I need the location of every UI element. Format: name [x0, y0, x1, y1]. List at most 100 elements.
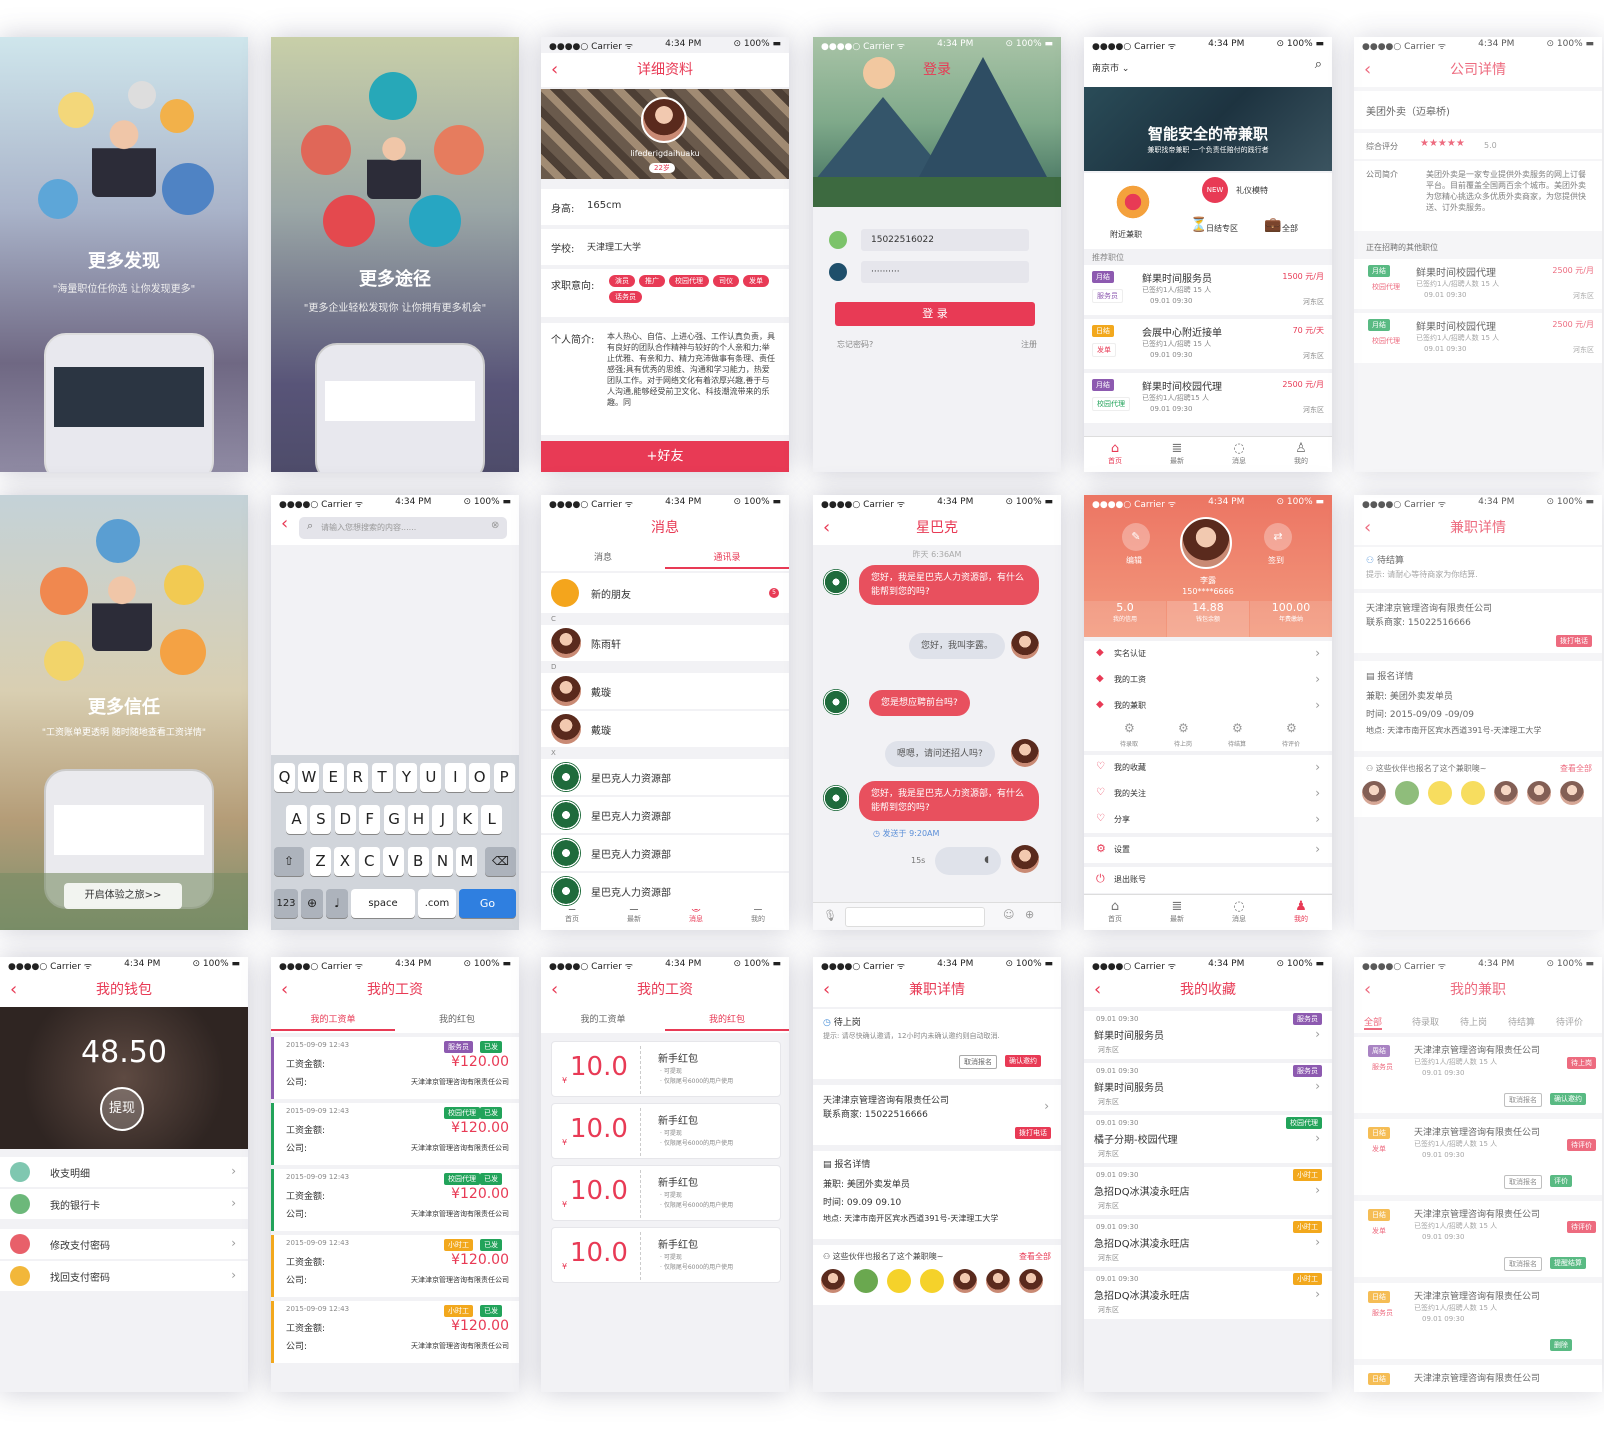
secondary-action[interactable]: 取消报名 [1504, 1175, 1542, 1189]
start-button[interactable]: 开启体验之旅>> [64, 883, 182, 909]
key[interactable]: N [432, 847, 453, 876]
key[interactable]: K [456, 805, 478, 834]
key[interactable]: U [420, 763, 442, 792]
globe-icon[interactable]: ⊕ [301, 889, 323, 918]
tab-wage-list[interactable]: 我的工资单 [271, 1009, 395, 1031]
wage-card[interactable]: 2015-09-09 12:43 小时工 已发 工资金额: ¥120.00 公司: 天津津京… [271, 1235, 519, 1297]
red-packet-card[interactable]: ¥10.0 新手红包 · 可提现 · 仅限尾号6000的用户使用 [551, 1041, 781, 1097]
company-row[interactable]: 天津津京管理咨询有限责任公司 联系商家: 15022516666 拨打电话 [1354, 593, 1602, 653]
menu-item[interactable]: ♡ 我的关注 › [1084, 781, 1332, 807]
key[interactable]: T [371, 763, 393, 792]
key[interactable]: A [286, 805, 307, 834]
contact-row[interactable]: 星巴克人力资源部 [541, 797, 789, 833]
secondary-action[interactable]: 取消报名 [1504, 1093, 1542, 1107]
clear-icon[interactable]: ⊗ [491, 520, 499, 531]
company-row[interactable]: 天津津京管理咨询有限责任公司 联系商家: 15022516666 › 拨打电话 [813, 1085, 1061, 1145]
daily-jobs-link[interactable]: 日结专区 [1206, 223, 1238, 234]
numbers-key[interactable]: 123 [274, 889, 298, 918]
status-icon[interactable]: ⚙ [1232, 721, 1243, 735]
voice-message[interactable]: ◖ [935, 847, 1001, 875]
emoji-icon[interactable]: ☺ [1003, 908, 1014, 921]
back-icon[interactable]: ‹ [10, 973, 17, 1007]
go-key[interactable]: Go [459, 889, 516, 918]
backspace-key[interactable]: ⌫ [485, 847, 516, 876]
contact-row[interactable]: 星巴克人力资源部 [541, 835, 789, 871]
back-icon[interactable]: ‹ [1094, 973, 1101, 1007]
filter-tab[interactable]: 待上岗 [1460, 1015, 1487, 1028]
register-link[interactable]: 注册 [1021, 339, 1037, 350]
my-job-card[interactable]: 日结 天津津京管理咨询有限责任公司 [1354, 1365, 1602, 1392]
view-all-link[interactable]: 查看全部 [1560, 763, 1592, 774]
key[interactable]: V [383, 847, 405, 876]
back-icon[interactable]: ‹ [281, 973, 288, 1007]
call-button[interactable]: 拨打电话 [1015, 1127, 1051, 1139]
contact-row[interactable]: 陈雨轩 [541, 625, 789, 661]
dotcom-key[interactable]: .com [418, 889, 456, 918]
favorite-item[interactable]: 09.01 09:30 小时工 急招DQ冰淇凌永旺店 河东区 › [1084, 1219, 1332, 1267]
space-key[interactable]: space [351, 889, 415, 918]
key[interactable]: M [456, 847, 478, 876]
search-icon[interactable]: ⌕ [1315, 57, 1322, 72]
nearby-jobs-link[interactable]: 附近兼职 [1110, 229, 1142, 240]
forgot-password-link[interactable]: 忘记密码? [837, 339, 873, 350]
my-job-card[interactable]: 日结 发单 天津津京管理咨询有限责任公司 已签约1人/招聘人数 15 人 09.01 0… [1354, 1201, 1602, 1277]
secondary-action[interactable]: 取消报名 [1504, 1257, 1542, 1271]
job-card[interactable]: 月结 校园代理 鲜果时间校园代理 2500 元/月 已签约1人/招聘15 人 09.01 … [1084, 373, 1332, 423]
key[interactable]: B [407, 847, 429, 876]
filter-tab[interactable]: 待录取 [1412, 1015, 1439, 1028]
tab-home[interactable]: ⌂首页 [1084, 437, 1146, 472]
wallet-item[interactable]: 修改支付密码 › [0, 1229, 248, 1259]
key[interactable]: I [444, 763, 466, 792]
withdraw-button[interactable]: 提现 [100, 1087, 144, 1131]
balance-stat[interactable]: 14.88 钱包余额 [1167, 601, 1249, 637]
key[interactable]: D [334, 805, 356, 834]
key[interactable]: Q [274, 763, 295, 792]
menu-item[interactable]: ◆ 我的工资 › [1084, 667, 1332, 693]
call-button[interactable]: 拨打电话 [1556, 635, 1592, 647]
back-icon[interactable]: ‹ [551, 53, 558, 87]
key[interactable]: F [359, 805, 381, 834]
job-card[interactable]: 月结 校园代理 鲜果时间校园代理 2500 元/月 已签约1人/招聘人数 15 人 09.… [1354, 313, 1602, 363]
tab-latest[interactable]: ≣最新 [1146, 437, 1208, 472]
favorite-item[interactable]: 09.01 09:30 小时工 急招DQ冰淇凌永旺店 河东区 › [1084, 1167, 1332, 1215]
contact-row[interactable]: 戴璇 [541, 673, 789, 709]
back-icon[interactable]: ‹ [551, 973, 558, 1007]
phone-input[interactable]: 15022516022 [861, 229, 1029, 251]
favorite-item[interactable]: 09.01 09:30 服务员 鲜果时间服务员 河东区 › [1084, 1063, 1332, 1111]
key[interactable]: R [347, 763, 369, 792]
filter-tab[interactable]: 待评价 [1556, 1015, 1583, 1028]
key[interactable]: S [310, 805, 332, 834]
key[interactable]: P [493, 763, 515, 792]
tab-contacts[interactable]: 通讯录 [665, 547, 789, 569]
new-friend-row[interactable]: 新的朋友 5 [541, 573, 789, 613]
tab-messages[interactable]: 消息 [541, 547, 665, 569]
favorite-item[interactable]: 09.01 09:30 服务员 鲜果时间服务员 河东区 › [1084, 1011, 1332, 1059]
key[interactable]: X [334, 847, 356, 876]
tab-home[interactable]: ⌂首页 [1084, 895, 1146, 930]
menu-item[interactable]: ◆ 我的兼职 › [1084, 693, 1332, 719]
key[interactable]: L [481, 805, 503, 834]
favorite-item[interactable]: 09.01 09:30 校园代理 橘子分期-校园代理 河东区 › [1084, 1115, 1332, 1163]
confirm-button[interactable]: 确认邀约 [1005, 1055, 1041, 1067]
search-input[interactable]: 请输入您想搜索的内容...... [299, 517, 507, 539]
microphone-icon[interactable]: 🎙 [823, 909, 837, 922]
contact-row[interactable]: 戴璇 [541, 711, 789, 747]
contact-row[interactable]: 星巴克人力资源部 [541, 873, 789, 909]
view-all-link[interactable]: 查看全部 [1019, 1251, 1051, 1262]
tab-mine[interactable]: ♙我的 [1270, 437, 1332, 472]
filter-tab[interactable]: 全部 [1364, 1015, 1383, 1030]
key[interactable]: O [469, 763, 491, 792]
primary-action[interactable]: 删除 [1550, 1339, 1572, 1351]
password-input[interactable]: ·········· [861, 261, 1029, 283]
cancel-button[interactable]: 取消报名 [959, 1055, 997, 1069]
key[interactable]: J [432, 805, 454, 834]
tab-wage-list[interactable]: 我的工资单 [541, 1009, 665, 1031]
wage-card[interactable]: 2015-09-09 12:43 校园代理 已发 工资金额: ¥120.00 公司: 天津津… [271, 1103, 519, 1165]
my-job-card[interactable]: 日结 服务员 天津津京管理咨询有限责任公司 已签约1人/招聘人数 15 人 09.01 … [1354, 1283, 1602, 1359]
primary-action[interactable]: 提醒结算 [1550, 1257, 1586, 1269]
edit-icon[interactable]: ✎ [1122, 523, 1150, 551]
primary-action[interactable]: 确认邀约 [1550, 1093, 1586, 1105]
all-jobs-link[interactable]: 全部 [1282, 223, 1298, 234]
wage-card[interactable]: 2015-09-09 12:43 校园代理 已发 工资金额: ¥120.00 公司: 天津津… [271, 1169, 519, 1231]
key[interactable]: Z [310, 847, 331, 876]
